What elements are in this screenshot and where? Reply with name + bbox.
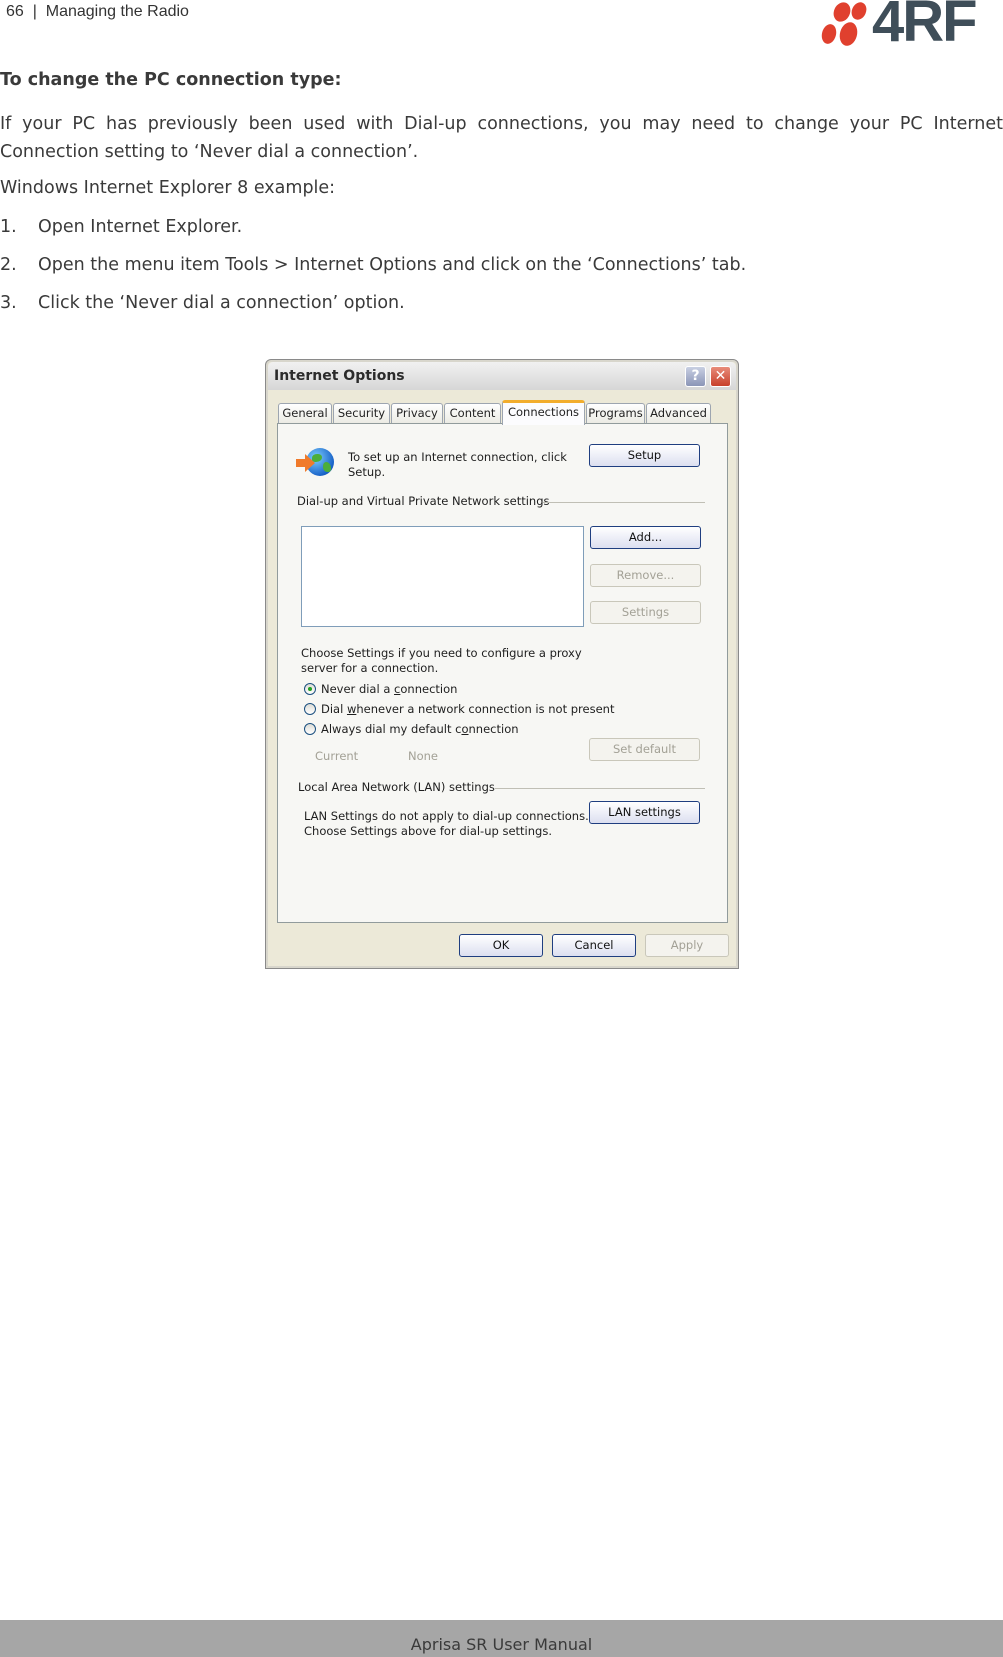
remove-button[interactable]: Remove... xyxy=(590,564,701,587)
dialog-titlebar[interactable]: Internet Options ? ✕ xyxy=(268,362,736,390)
logo-dots-icon xyxy=(819,0,870,48)
radio-label: Dial whenever a network connection is no… xyxy=(321,702,614,716)
intro-paragraph: If your PC has previously been used with… xyxy=(0,114,1003,162)
dialog-title: Internet Options xyxy=(274,368,405,384)
radio-never-dial[interactable]: Never dial a connection xyxy=(304,681,457,697)
lan-settings-button[interactable]: LAN settings xyxy=(589,801,700,824)
radio-always-dial[interactable]: Always dial my default connection xyxy=(304,721,519,737)
label-part: Never dial a xyxy=(321,682,395,696)
section-title: Managing the Radio xyxy=(45,3,189,20)
step-number: 2. xyxy=(0,255,17,275)
add-button[interactable]: Add... xyxy=(590,526,701,549)
settings-button[interactable]: Settings xyxy=(590,601,701,624)
label-part: onnection xyxy=(400,682,458,696)
step-text: Open the menu item Tools > Internet Opti… xyxy=(38,255,747,275)
logo-dot xyxy=(837,20,860,48)
footer-title: Aprisa SR User Manual xyxy=(410,1635,593,1654)
label-accel: w xyxy=(346,702,357,716)
section-heading: To change the PC connection type: xyxy=(0,70,342,90)
radio-label: Never dial a connection xyxy=(321,682,457,696)
close-button[interactable]: ✕ xyxy=(710,366,731,387)
logo-dot xyxy=(819,22,839,46)
label-part: Always dial my default c xyxy=(321,722,462,736)
example-label: Windows Internet Explorer 8 example: xyxy=(0,178,336,198)
page-footer: Aprisa SR User Manual xyxy=(0,1620,1003,1657)
logo-dot xyxy=(848,0,870,23)
group-divider xyxy=(495,788,705,789)
step-number: 3. xyxy=(0,293,17,313)
label-accel: o xyxy=(461,722,469,736)
help-icon: ? xyxy=(691,368,700,384)
lan-group-label: Local Area Network (LAN) settings xyxy=(298,780,495,794)
radio-unchecked-icon[interactable] xyxy=(304,703,316,715)
label-part: henever a network connection is not pres… xyxy=(356,702,615,716)
tab-privacy[interactable]: Privacy xyxy=(391,403,443,423)
radio-unchecked-icon[interactable] xyxy=(304,723,316,735)
dialup-group-label: Dial-up and Virtual Private Network sett… xyxy=(297,494,550,508)
connections-listbox[interactable] xyxy=(301,526,584,627)
connections-panel: To set up an Internet connection, click … xyxy=(277,423,728,923)
tab-security[interactable]: Security xyxy=(333,403,390,423)
tab-general[interactable]: General xyxy=(278,403,332,423)
cancel-button[interactable]: Cancel xyxy=(552,934,636,957)
radio-dial-whenever[interactable]: Dial whenever a network connection is no… xyxy=(304,701,614,717)
current-value: None xyxy=(408,749,439,763)
label-part: nnection xyxy=(468,722,519,736)
internet-options-dialog: Internet Options ? ✕ General Security Pr… xyxy=(265,359,739,969)
step-item: 1. Open Internet Explorer. xyxy=(0,217,242,237)
company-logo: 4RF xyxy=(819,0,1000,52)
setup-button[interactable]: Setup xyxy=(589,444,700,467)
tab-content[interactable]: Content xyxy=(444,403,501,423)
arrow-head xyxy=(305,454,315,472)
logo-wordmark: 4RF xyxy=(872,0,978,54)
proxy-description: Choose Settings if you need to configure… xyxy=(301,646,582,675)
step-item: 3. Click the ‘Never dial a connection’ op… xyxy=(0,293,405,313)
step-text: Click the ‘Never dial a connection’ opti… xyxy=(38,293,405,313)
ok-button[interactable]: OK xyxy=(459,934,543,957)
radio-label: Always dial my default connection xyxy=(321,722,519,736)
close-icon: ✕ xyxy=(714,368,727,384)
tab-connections[interactable]: Connections xyxy=(502,400,585,425)
globe-arrow-icon xyxy=(296,446,336,480)
tab-advanced[interactable]: Advanced xyxy=(646,403,711,423)
running-header: 66 | Managing the Radio xyxy=(6,3,189,21)
step-item: 2. Open the menu item Tools > Internet Op… xyxy=(0,255,746,275)
set-default-button[interactable]: Set default xyxy=(589,738,700,761)
lan-description: LAN Settings do not apply to dial-up con… xyxy=(304,809,589,838)
step-number: 1. xyxy=(0,217,17,237)
globe-land xyxy=(323,462,331,472)
page-number: 66 xyxy=(6,3,24,20)
apply-button[interactable]: Apply xyxy=(645,934,729,957)
setup-description: To set up an Internet connection, click … xyxy=(348,450,567,479)
group-divider xyxy=(543,502,705,503)
current-label: Current xyxy=(315,749,359,763)
logo-dot xyxy=(830,0,854,25)
radio-checked-icon[interactable] xyxy=(304,683,316,695)
page-header: 66 | Managing the Radio 4RF xyxy=(0,0,1003,55)
header-separator: | xyxy=(32,3,37,20)
label-part: Dial xyxy=(321,702,347,716)
tab-programs[interactable]: Programs xyxy=(586,403,645,423)
step-text: Open Internet Explorer. xyxy=(38,217,243,237)
help-button[interactable]: ? xyxy=(685,366,706,387)
